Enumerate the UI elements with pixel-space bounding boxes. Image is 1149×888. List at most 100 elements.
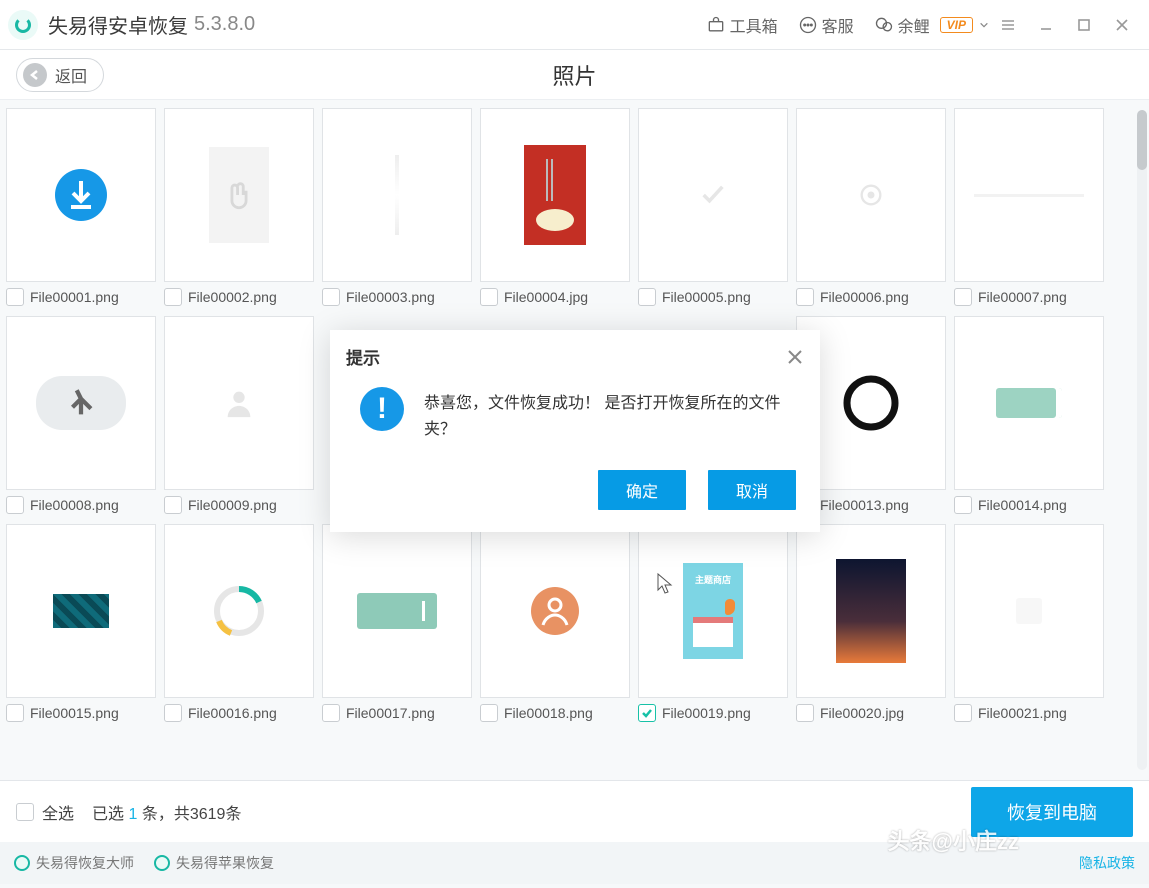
- file-name: File00014.png: [978, 497, 1067, 513]
- file-tile[interactable]: File00009.png: [164, 316, 314, 514]
- vip-badge: VIP: [940, 17, 973, 33]
- file-tile[interactable]: File00018.png: [480, 524, 630, 722]
- file-thumbnail[interactable]: [796, 108, 946, 282]
- service-button[interactable]: 客服: [798, 13, 854, 37]
- file-name: File00021.png: [978, 705, 1067, 721]
- footer-link-2-label: 失易得苹果恢复: [176, 853, 274, 873]
- back-button[interactable]: 返回: [16, 58, 104, 92]
- file-thumbnail[interactable]: [164, 524, 314, 698]
- file-checkbox[interactable]: [638, 288, 656, 306]
- file-checkbox[interactable]: [6, 288, 24, 306]
- sel-mid: 条，共: [142, 806, 190, 823]
- file-thumbnail[interactable]: 主题商店: [638, 524, 788, 698]
- file-checkbox[interactable]: [6, 496, 24, 514]
- file-checkbox[interactable]: [322, 288, 340, 306]
- titlebar: 失易得安卓恢复 5.3.8.0 工具箱 客服 余鲤 VIP: [0, 0, 1149, 50]
- file-name: File00020.jpg: [820, 705, 904, 721]
- select-all[interactable]: 全选: [16, 800, 74, 824]
- file-checkbox[interactable]: [796, 288, 814, 306]
- file-thumbnail[interactable]: [480, 108, 630, 282]
- dialog-cancel-button[interactable]: 取消: [708, 470, 796, 510]
- file-checkbox[interactable]: [6, 704, 24, 722]
- file-checkbox[interactable]: [164, 496, 182, 514]
- chevron-down-icon[interactable]: [979, 20, 989, 30]
- dialog-close-button[interactable]: [786, 348, 804, 366]
- scrollbar[interactable]: [1137, 110, 1147, 770]
- file-tile[interactable]: File00006.png: [796, 108, 946, 306]
- file-name: File00017.png: [346, 705, 435, 721]
- file-thumbnail[interactable]: [6, 524, 156, 698]
- footer-link-1-label: 失易得恢复大师: [36, 853, 134, 873]
- sel-count: 1: [128, 806, 137, 823]
- file-name: File00018.png: [504, 705, 593, 721]
- scrollbar-thumb[interactable]: [1137, 110, 1147, 170]
- file-tile[interactable]: File00007.png: [954, 108, 1104, 306]
- file-tile[interactable]: File00002.png: [164, 108, 314, 306]
- recover-button[interactable]: 恢复到电脑: [971, 787, 1133, 837]
- file-thumbnail[interactable]: [6, 316, 156, 490]
- service-label: 客服: [822, 13, 854, 37]
- file-thumbnail[interactable]: [796, 524, 946, 698]
- select-all-checkbox[interactable]: [16, 803, 34, 821]
- close-button[interactable]: [1103, 6, 1141, 44]
- file-tile[interactable]: File00016.png: [164, 524, 314, 722]
- file-checkbox[interactable]: [480, 704, 498, 722]
- app-name: 失易得安卓恢复: [48, 10, 188, 39]
- file-checkbox[interactable]: [164, 288, 182, 306]
- file-tile[interactable]: File00017.png: [322, 524, 472, 722]
- file-checkbox[interactable]: [322, 704, 340, 722]
- file-checkbox[interactable]: [480, 288, 498, 306]
- user-button[interactable]: 余鲤: [874, 13, 930, 37]
- page-title: 照片: [552, 59, 596, 91]
- file-thumbnail[interactable]: [322, 524, 472, 698]
- file-name: File00016.png: [188, 705, 277, 721]
- file-thumbnail[interactable]: [954, 316, 1104, 490]
- app-version: 5.3.8.0: [194, 13, 255, 36]
- toolbox-icon: [706, 15, 726, 35]
- file-name: File00007.png: [978, 289, 1067, 305]
- file-tile[interactable]: File00015.png: [6, 524, 156, 722]
- file-thumbnail[interactable]: [954, 524, 1104, 698]
- menu-button[interactable]: [989, 6, 1027, 44]
- dialog-ok-button[interactable]: 确定: [598, 470, 686, 510]
- file-name: File00006.png: [820, 289, 909, 305]
- wechat-icon: [874, 15, 894, 35]
- minimize-button[interactable]: [1027, 6, 1065, 44]
- file-tile[interactable]: File00003.png: [322, 108, 472, 306]
- privacy-link[interactable]: 隐私政策: [1079, 853, 1135, 873]
- file-name: File00004.jpg: [504, 289, 588, 305]
- file-checkbox[interactable]: [164, 704, 182, 722]
- file-tile[interactable]: File00020.jpg: [796, 524, 946, 722]
- file-checkbox[interactable]: [954, 496, 972, 514]
- file-thumbnail[interactable]: [322, 108, 472, 282]
- file-tile[interactable]: File00001.png: [6, 108, 156, 306]
- back-label: 返回: [55, 63, 87, 87]
- select-all-label: 全选: [42, 800, 74, 824]
- file-checkbox[interactable]: [638, 704, 656, 722]
- file-thumbnail[interactable]: [164, 108, 314, 282]
- file-checkbox[interactable]: [796, 704, 814, 722]
- file-checkbox[interactable]: [954, 288, 972, 306]
- file-tile[interactable]: File00005.png: [638, 108, 788, 306]
- file-tile[interactable]: File00008.png: [6, 316, 156, 514]
- footer-link-1[interactable]: 失易得恢复大师: [14, 853, 134, 873]
- file-thumbnail[interactable]: [480, 524, 630, 698]
- back-arrow-icon: [23, 63, 47, 87]
- file-checkbox[interactable]: [954, 704, 972, 722]
- maximize-button[interactable]: [1065, 6, 1103, 44]
- chat-icon: [798, 15, 818, 35]
- file-thumbnail[interactable]: [954, 108, 1104, 282]
- footer-links: 失易得恢复大师 失易得苹果恢复 隐私政策: [0, 842, 1149, 884]
- file-thumbnail[interactable]: [164, 316, 314, 490]
- dialog: 提示 ! 恭喜您，文件恢复成功！ 是否打开恢复所在的文件夹？ 确定 取消: [330, 330, 820, 532]
- footer-link-2[interactable]: 失易得苹果恢复: [154, 853, 274, 873]
- sel-total: 3619: [190, 806, 226, 823]
- file-tile[interactable]: File00004.jpg: [480, 108, 630, 306]
- file-tile[interactable]: 主题商店 File00019.png: [638, 524, 788, 722]
- file-tile[interactable]: File00021.png: [954, 524, 1104, 722]
- info-icon: !: [360, 387, 404, 431]
- file-tile[interactable]: File00014.png: [954, 316, 1104, 514]
- file-thumbnail[interactable]: [6, 108, 156, 282]
- file-thumbnail[interactable]: [638, 108, 788, 282]
- toolbox-button[interactable]: 工具箱: [706, 13, 778, 37]
